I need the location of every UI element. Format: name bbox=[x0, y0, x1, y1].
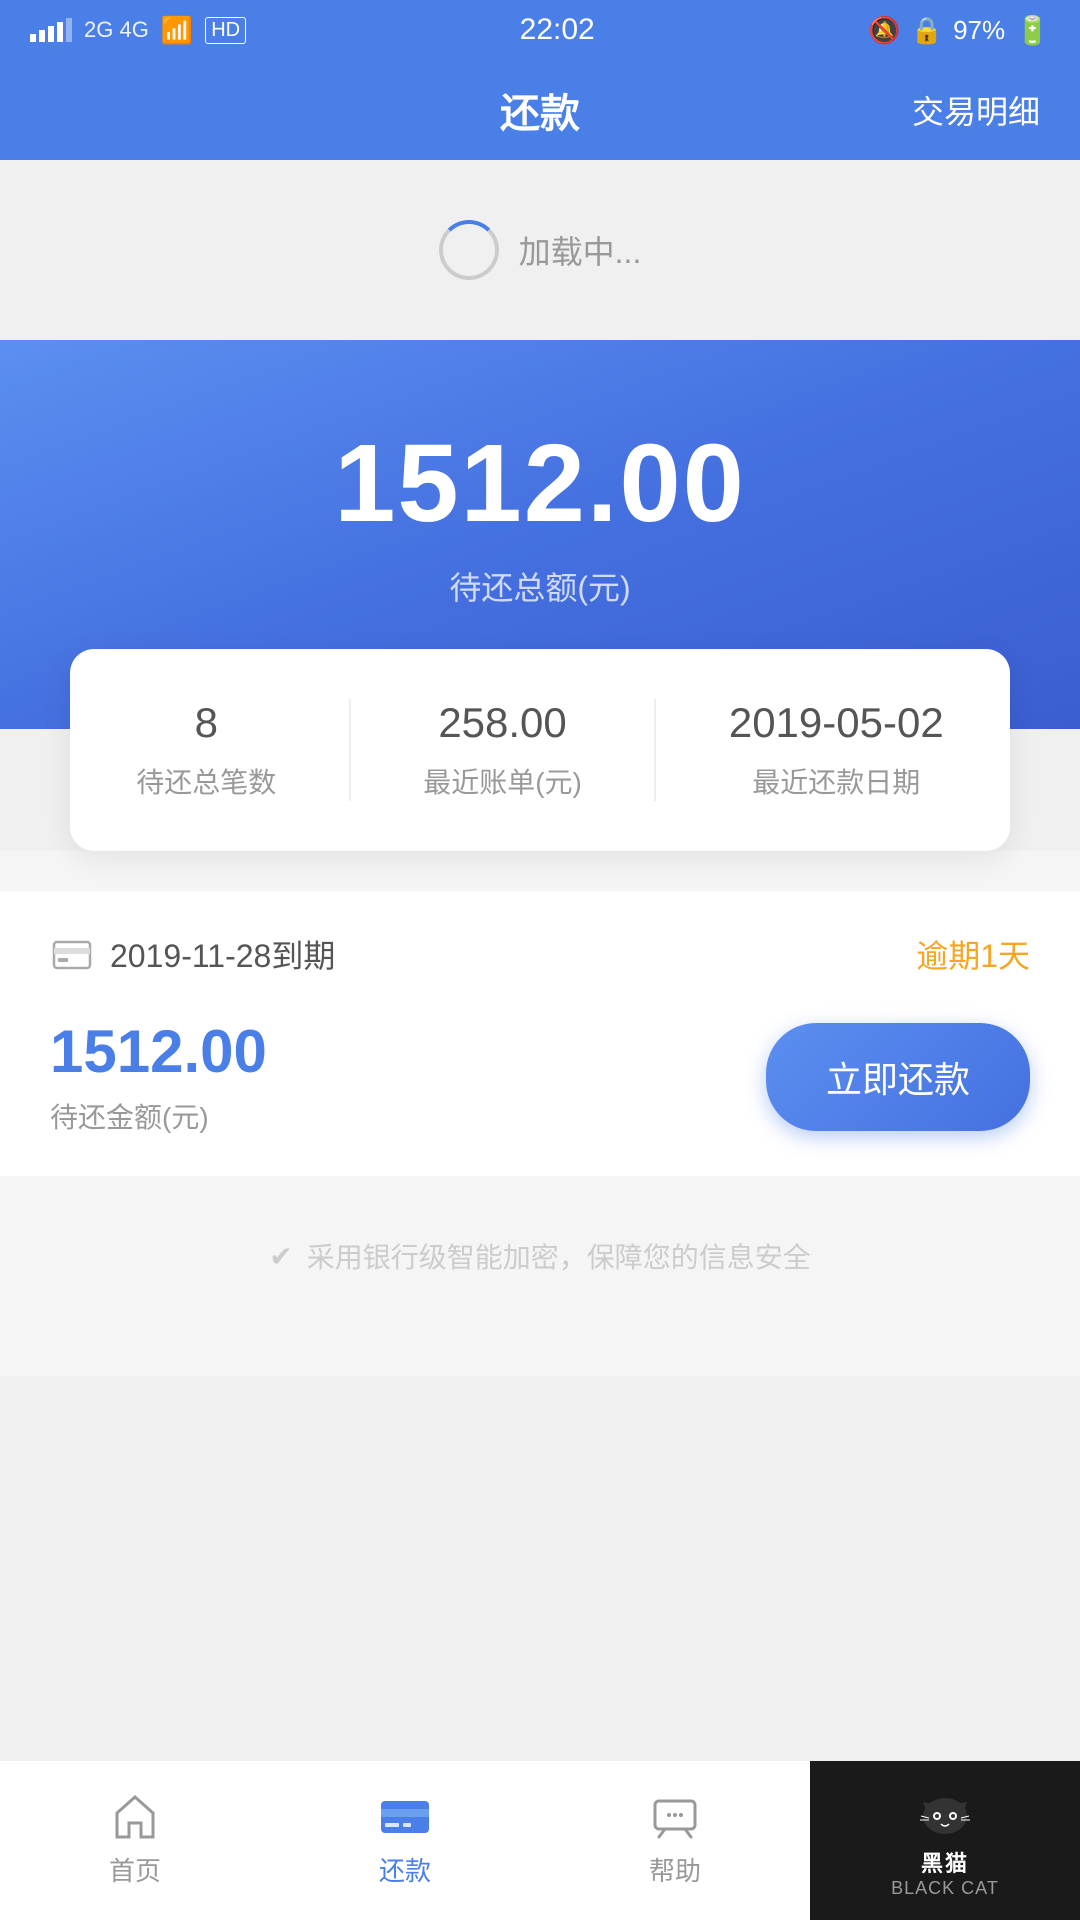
stat-divider-1 bbox=[349, 699, 351, 801]
recent-date-label: 最近还款日期 bbox=[752, 761, 920, 801]
repay-button[interactable]: 立即还款 bbox=[766, 1023, 1030, 1131]
header: 还款 交易明细 bbox=[0, 60, 1080, 160]
recent-bill-value: 258.00 bbox=[438, 699, 566, 747]
card-repay-icon bbox=[377, 1793, 433, 1841]
mute-icon: 🔕 bbox=[868, 15, 900, 46]
network-type: 2G 4G bbox=[84, 17, 149, 43]
main-content: 2019-11-28到期 逾期1天 1512.00 待还金额(元) 立即还款 ✔… bbox=[0, 851, 1080, 1376]
wifi-icon: 📶 bbox=[161, 15, 193, 46]
nav-item-repay[interactable]: 还款 bbox=[270, 1761, 540, 1920]
loan-card-body: 1512.00 待还金额(元) 立即还款 bbox=[50, 1017, 1030, 1136]
balance-amount: 1512.00 bbox=[334, 420, 746, 547]
card-icon bbox=[50, 932, 94, 976]
loan-amount-area: 1512.00 待还金额(元) bbox=[50, 1017, 267, 1136]
overdue-badge: 逾期1天 bbox=[916, 931, 1030, 977]
home-icon bbox=[111, 1793, 159, 1841]
security-text: 采用银行级智能加密，保障您的信息安全 bbox=[307, 1236, 811, 1276]
transaction-detail-button[interactable]: 交易明细 bbox=[912, 87, 1040, 133]
loading-text: 加载中... bbox=[519, 227, 642, 273]
bottom-nav: 首页 还款 帮助 bbox=[0, 1760, 1080, 1920]
lock-icon: 🔒 bbox=[911, 15, 943, 46]
loading-spinner bbox=[439, 220, 499, 280]
status-left: 2G 4G 📶 HD bbox=[30, 15, 246, 46]
nav-repay-label: 还款 bbox=[379, 1851, 431, 1888]
stat-divider-2 bbox=[654, 699, 656, 801]
nav-help-label: 帮助 bbox=[649, 1851, 701, 1888]
stat-recent-date: 2019-05-02 最近还款日期 bbox=[729, 699, 944, 801]
loan-date-area: 2019-11-28到期 bbox=[50, 931, 335, 977]
loan-due-date: 2019-11-28到期 bbox=[110, 931, 335, 977]
pending-count-value: 8 bbox=[195, 699, 218, 747]
signal-icon bbox=[30, 18, 72, 42]
cat-label: 黑猫 bbox=[921, 1846, 969, 1878]
pending-count-label: 待还总笔数 bbox=[136, 761, 276, 801]
nav-item-mine[interactable]: 黑猫 BLACK CAT bbox=[810, 1761, 1080, 1920]
page-title: 还款 bbox=[500, 81, 580, 139]
status-right: 🔕 🔒 97% 🔋 bbox=[868, 14, 1050, 47]
battery-icon: 🔋 bbox=[1015, 14, 1050, 47]
recent-date-value: 2019-05-02 bbox=[729, 699, 944, 747]
cat-watermark: 黑猫 BLACK CAT bbox=[810, 1761, 1080, 1920]
stats-card: 8 待还总笔数 258.00 最近账单(元) 2019-05-02 最近还款日期 bbox=[70, 649, 1010, 851]
loan-card-header: 2019-11-28到期 逾期1天 bbox=[50, 931, 1030, 977]
balance-label: 待还总额(元) bbox=[449, 563, 630, 609]
recent-bill-label: 最近账单(元) bbox=[423, 761, 582, 801]
loan-amount-label: 待还金额(元) bbox=[50, 1096, 267, 1136]
loan-card: 2019-11-28到期 逾期1天 1512.00 待还金额(元) 立即还款 bbox=[0, 891, 1080, 1176]
security-section: ✔ 采用银行级智能加密，保障您的信息安全 bbox=[0, 1176, 1080, 1336]
loading-section: 加载中... bbox=[0, 160, 1080, 340]
nav-item-home[interactable]: 首页 bbox=[0, 1761, 270, 1920]
hd-badge: HD bbox=[205, 17, 246, 44]
cat-sub-label: BLACK CAT bbox=[891, 1878, 999, 1899]
help-icon bbox=[651, 1793, 699, 1841]
stat-pending-count: 8 待还总笔数 bbox=[136, 699, 276, 801]
status-bar: 2G 4G 📶 HD 22:02 🔕 🔒 97% 🔋 bbox=[0, 0, 1080, 60]
nav-item-help[interactable]: 帮助 bbox=[540, 1761, 810, 1920]
nav-home-label: 首页 bbox=[109, 1851, 161, 1888]
battery-percent: 97% bbox=[953, 15, 1005, 46]
loan-amount: 1512.00 bbox=[50, 1017, 267, 1086]
shield-icon: ✔ bbox=[269, 1240, 292, 1273]
stat-recent-bill: 258.00 最近账单(元) bbox=[423, 699, 582, 801]
status-time: 22:02 bbox=[520, 13, 595, 47]
